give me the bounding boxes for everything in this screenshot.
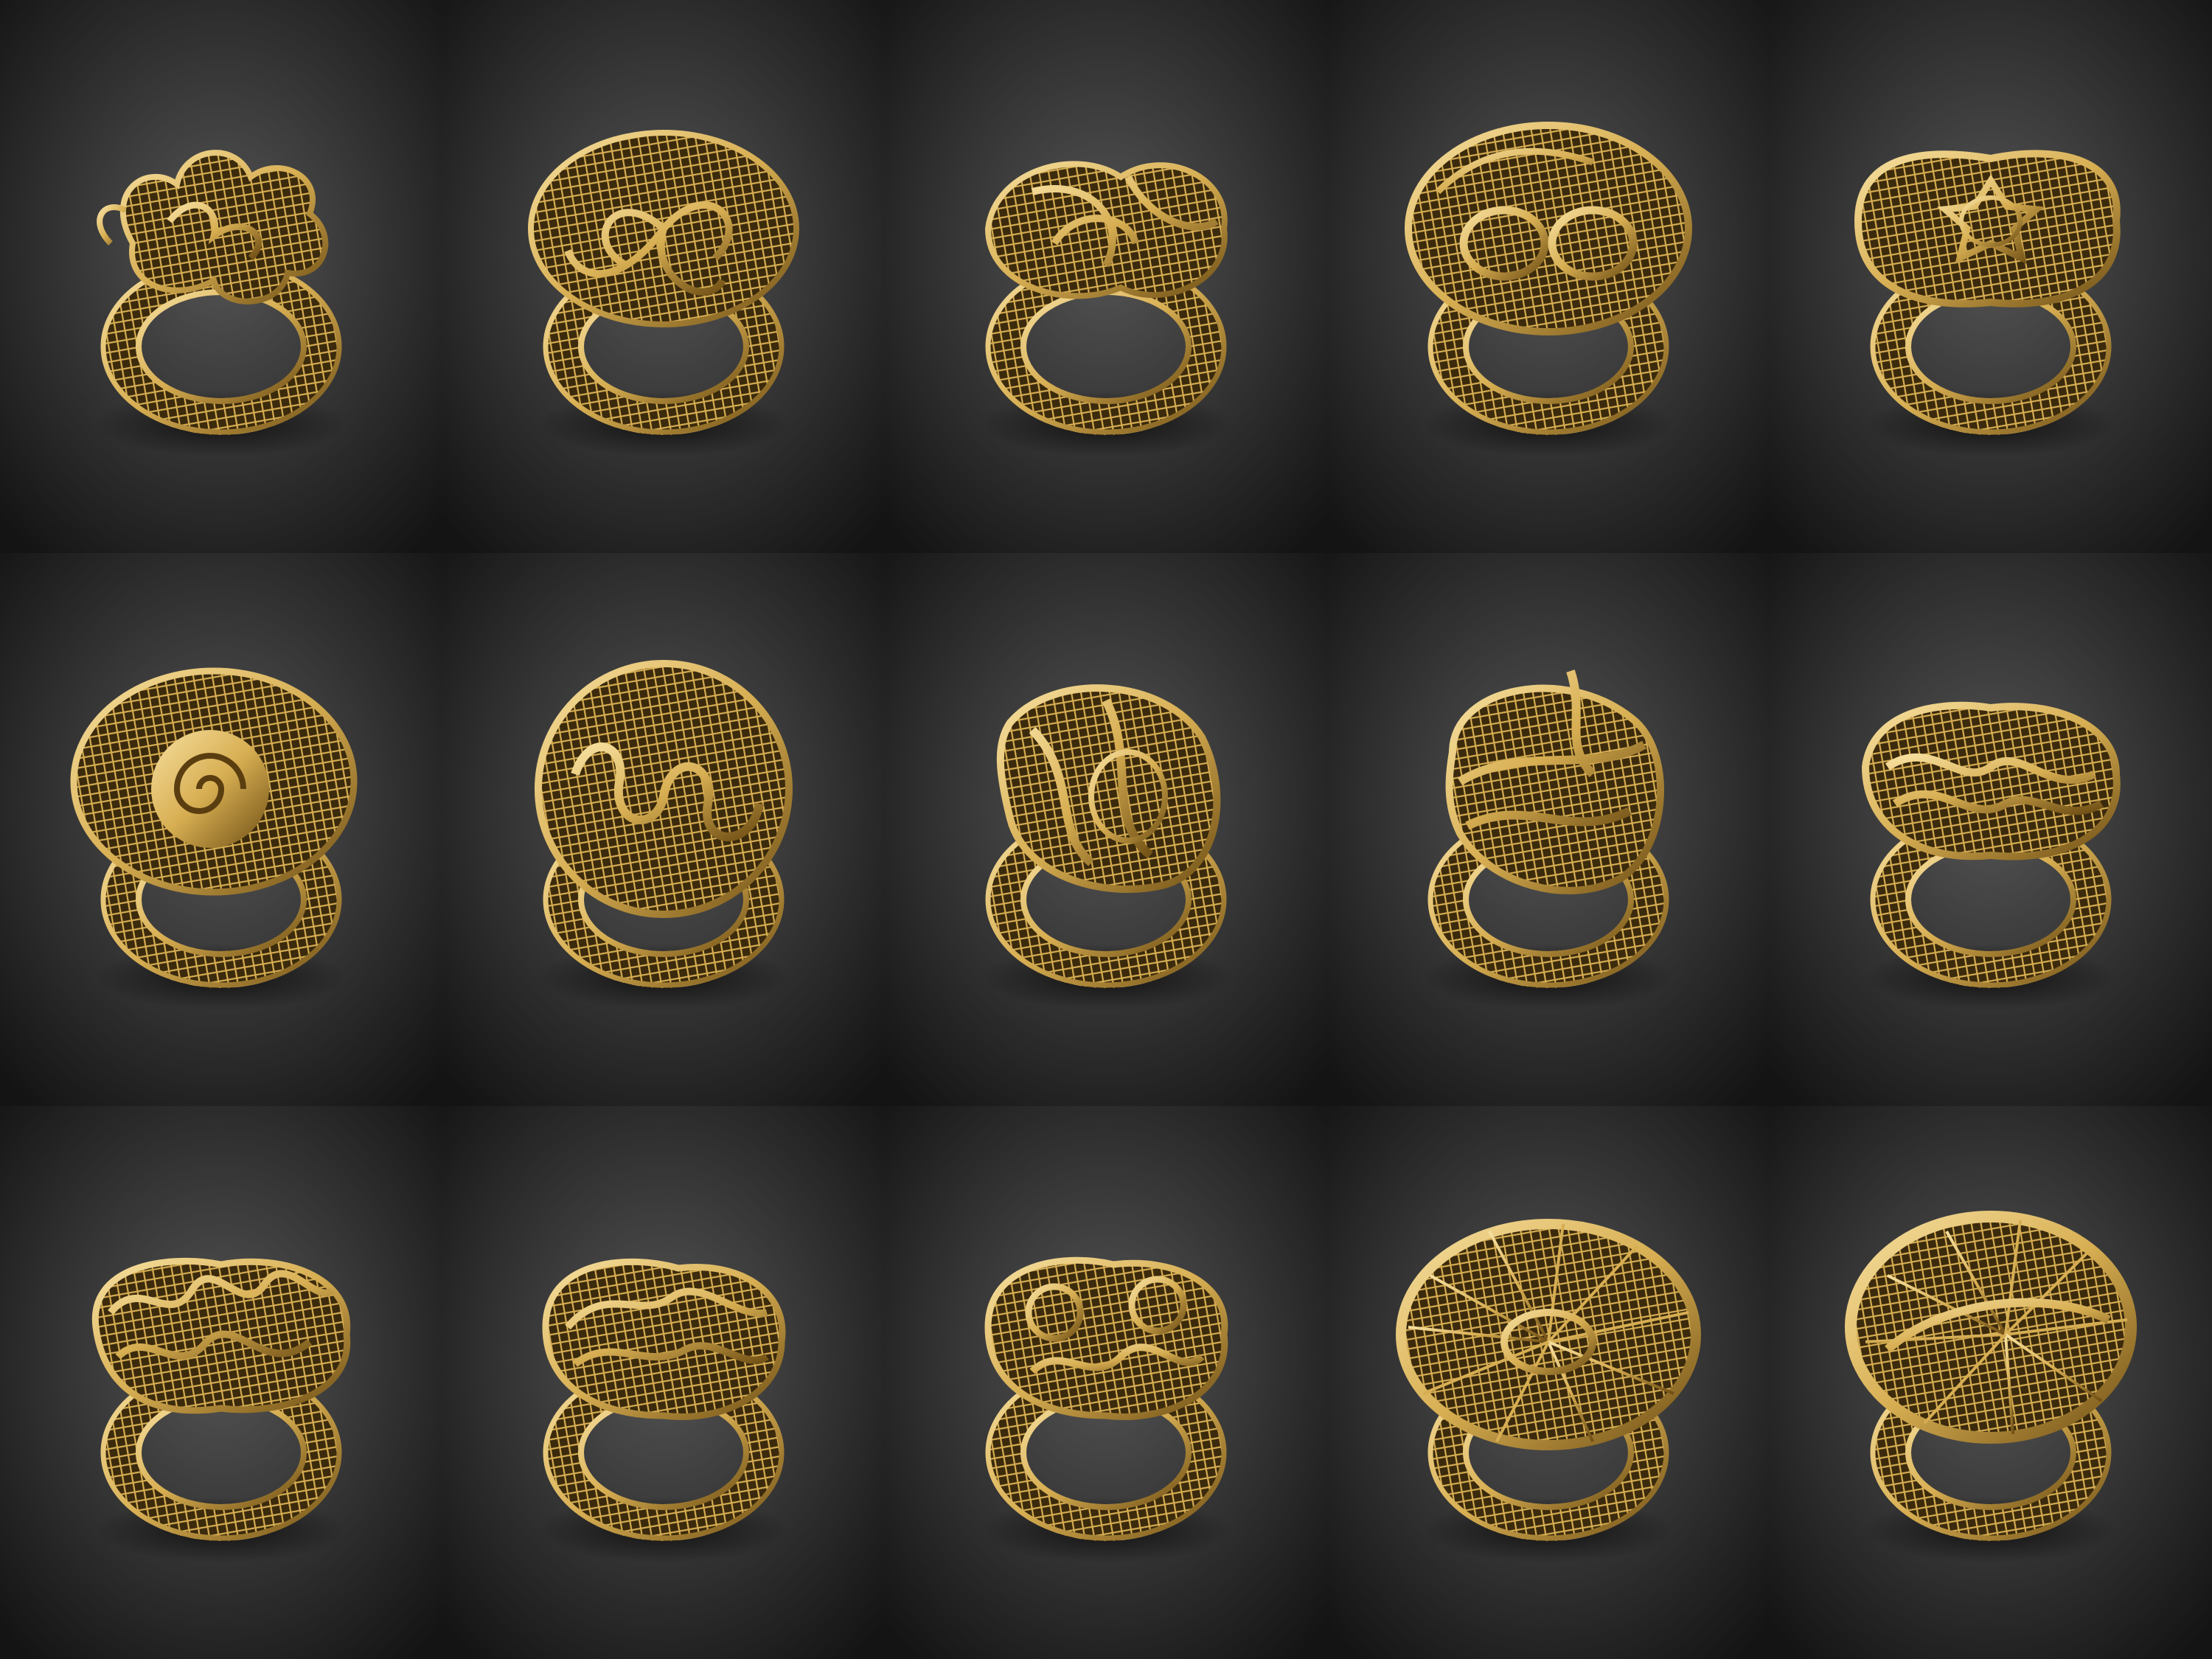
ring-image-9 xyxy=(1327,553,1770,1106)
ring-render-9 xyxy=(1327,553,1770,1106)
ring-render-13 xyxy=(885,1106,1327,1659)
ring-render-7 xyxy=(442,553,885,1106)
ring-image-3 xyxy=(885,0,1327,553)
ring-top xyxy=(984,1256,1228,1420)
ring-render-2 xyxy=(442,0,885,553)
ring-top xyxy=(984,161,1228,299)
ring-image-6 xyxy=(0,553,442,1106)
ring-top xyxy=(91,1257,351,1414)
ring-render-3 xyxy=(885,0,1327,553)
ring-gallery-grid xyxy=(0,0,2212,1659)
ring-image-12 xyxy=(442,1106,885,1659)
ring-render-12 xyxy=(442,1106,885,1659)
ring-top xyxy=(542,1258,786,1420)
ring-image-7 xyxy=(442,553,885,1106)
ring-top xyxy=(535,660,793,918)
ring-render-1 xyxy=(0,0,442,553)
ring-top xyxy=(1854,150,2121,307)
ring-render-15 xyxy=(1770,1106,2212,1659)
ring-render-6 xyxy=(0,553,442,1106)
ring-image-10 xyxy=(1770,553,2212,1106)
ring-image-2 xyxy=(442,0,885,553)
ring-render-11 xyxy=(0,1106,442,1659)
ring-top xyxy=(70,667,358,896)
ring-top xyxy=(996,684,1221,893)
ring-image-1 xyxy=(0,0,442,553)
ring-render-5 xyxy=(1770,0,2212,553)
ring-render-8 xyxy=(885,553,1327,1106)
ring-top xyxy=(1861,701,2121,860)
ring-top xyxy=(1396,1219,1701,1450)
ring-top xyxy=(1845,1211,2137,1444)
ring-image-11 xyxy=(0,1106,442,1659)
ring-render-10 xyxy=(1770,553,2212,1106)
ring-image-4 xyxy=(1327,0,1770,553)
ring-image-8 xyxy=(885,553,1327,1106)
ring-render-14 xyxy=(1327,1106,1770,1659)
ring-image-14 xyxy=(1327,1106,1770,1659)
ring-top xyxy=(528,130,799,327)
ring-render-4 xyxy=(1327,0,1770,553)
ring-top xyxy=(1405,122,1692,335)
ring-image-15 xyxy=(1770,1106,2212,1659)
ring-image-5 xyxy=(1770,0,2212,553)
ring-image-13 xyxy=(885,1106,1327,1659)
